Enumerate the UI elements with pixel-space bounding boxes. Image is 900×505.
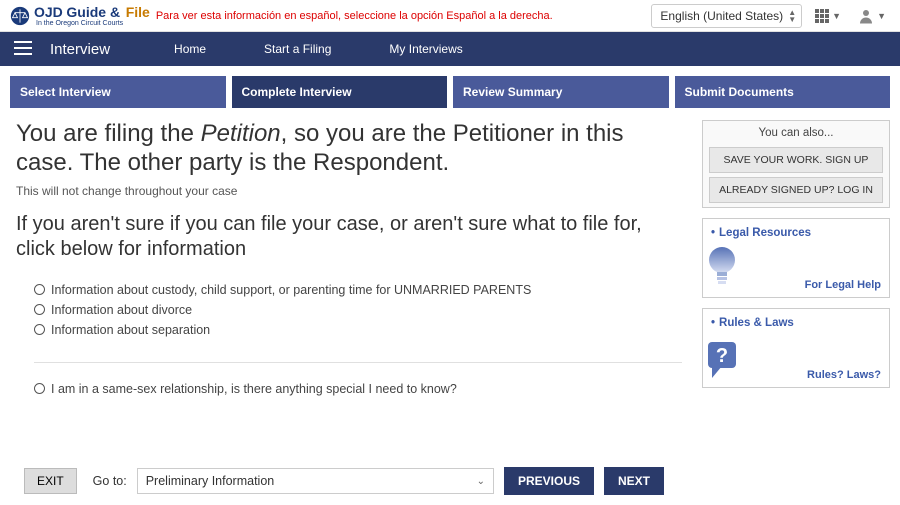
- login-button[interactable]: ALREADY SIGNED UP? LOG IN: [709, 177, 883, 203]
- option-unmarried-parents[interactable]: Information about custody, child support…: [34, 280, 682, 300]
- spanish-notice: Para ver esta información en español, se…: [156, 10, 553, 22]
- tab-submit-documents[interactable]: Submit Documents: [675, 76, 891, 108]
- goto-value: Preliminary Information: [146, 474, 275, 488]
- user-icon: [857, 7, 875, 25]
- logo-text-file: File: [126, 4, 150, 20]
- previous-button[interactable]: PREVIOUS: [504, 467, 594, 495]
- scales-icon: [10, 6, 30, 26]
- divider: [34, 362, 682, 363]
- main-layout: You are filing the Petition, so you are …: [0, 114, 900, 505]
- next-button[interactable]: NEXT: [604, 467, 664, 495]
- legal-help-link[interactable]: For Legal Help: [805, 279, 881, 291]
- rules-laws-link[interactable]: Rules? Laws?: [807, 369, 881, 381]
- nav-link-interviews[interactable]: My Interviews: [365, 42, 486, 56]
- option-divorce[interactable]: Information about divorce: [34, 300, 682, 320]
- exit-button[interactable]: EXIT: [24, 468, 77, 494]
- legal-resources-title: •Legal Resources: [711, 227, 881, 239]
- tab-review-summary[interactable]: Review Summary: [453, 76, 669, 108]
- question-bubble-icon: ?: [703, 336, 745, 387]
- grid-icon: [814, 8, 830, 24]
- rules-laws-title: •Rules & Laws: [711, 317, 881, 329]
- sidebar: You can also... SAVE YOUR WORK. SIGN UP …: [702, 114, 890, 505]
- top-bar: OJD Guide & File In the Oregon Circuit C…: [0, 0, 900, 32]
- hamburger-icon: [14, 41, 32, 55]
- apps-button[interactable]: ▼: [810, 4, 845, 28]
- option-separation[interactable]: Information about separation: [34, 320, 682, 340]
- language-select[interactable]: English (United States) ▲▼: [651, 4, 802, 28]
- tab-complete-interview[interactable]: Complete Interview: [232, 76, 448, 108]
- radio-icon: [34, 284, 45, 295]
- logo-text-ojd: OJD: [34, 4, 63, 20]
- option-label: Information about custody, child support…: [51, 283, 531, 297]
- sub-heading: If you aren't sure if you can file your …: [16, 212, 682, 262]
- caret-down-icon: ▼: [832, 11, 841, 21]
- logo-text-guide: Guide &: [66, 4, 120, 20]
- goto-label: Go to:: [93, 474, 127, 488]
- footer-bar: EXIT Go to: Preliminary Information ⌄ PR…: [10, 457, 678, 505]
- user-menu-button[interactable]: ▼: [853, 3, 890, 29]
- radio-icon: [34, 324, 45, 335]
- option-same-sex[interactable]: I am in a same-sex relationship, is ther…: [34, 379, 682, 399]
- option-label: I am in a same-sex relationship, is ther…: [51, 382, 457, 396]
- topbar-right: English (United States) ▲▼ ▼ ▼: [651, 3, 890, 29]
- nav-link-start[interactable]: Start a Filing: [240, 42, 355, 56]
- sidebar-actions-box: You can also... SAVE YOUR WORK. SIGN UP …: [702, 120, 890, 208]
- option-label: Information about separation: [51, 323, 210, 337]
- menu-button[interactable]: [10, 37, 36, 62]
- main-heading: You are filing the Petition, so you are …: [16, 120, 682, 178]
- radio-icon: [34, 383, 45, 394]
- save-work-button[interactable]: SAVE YOUR WORK. SIGN UP: [709, 147, 883, 173]
- option-label: Information about divorce: [51, 303, 192, 317]
- rules-laws-card[interactable]: •Rules & Laws ? Rules? Laws?: [702, 308, 890, 388]
- goto-select[interactable]: Preliminary Information ⌄: [137, 468, 494, 494]
- progress-tabs: Select Interview Complete Interview Revi…: [0, 66, 900, 114]
- lightbulb-icon: [703, 244, 745, 297]
- radio-icon: [34, 304, 45, 315]
- legal-resources-card[interactable]: •Legal Resources For Legal Help: [702, 218, 890, 298]
- language-value: English (United States): [660, 9, 783, 23]
- caret-down-icon: ▼: [877, 11, 886, 21]
- logo-subtitle: In the Oregon Circuit Courts: [36, 20, 150, 27]
- nav-bar: Interview Home Start a Filing My Intervi…: [0, 32, 900, 66]
- chevron-down-icon: ⌄: [477, 476, 485, 487]
- content-area: You are filing the Petition, so you are …: [10, 114, 688, 505]
- heading-subnote: This will not change throughout your cas…: [16, 184, 682, 198]
- nav-title: Interview: [50, 41, 110, 58]
- select-arrows-icon: ▲▼: [788, 9, 796, 23]
- nav-link-home[interactable]: Home: [150, 42, 230, 56]
- options-group: Information about custody, child support…: [16, 280, 682, 399]
- logo[interactable]: OJD Guide & File In the Oregon Circuit C…: [10, 4, 150, 27]
- svg-text:?: ?: [716, 345, 728, 367]
- tab-select-interview[interactable]: Select Interview: [10, 76, 226, 108]
- sidebar-actions-title: You can also...: [703, 121, 889, 143]
